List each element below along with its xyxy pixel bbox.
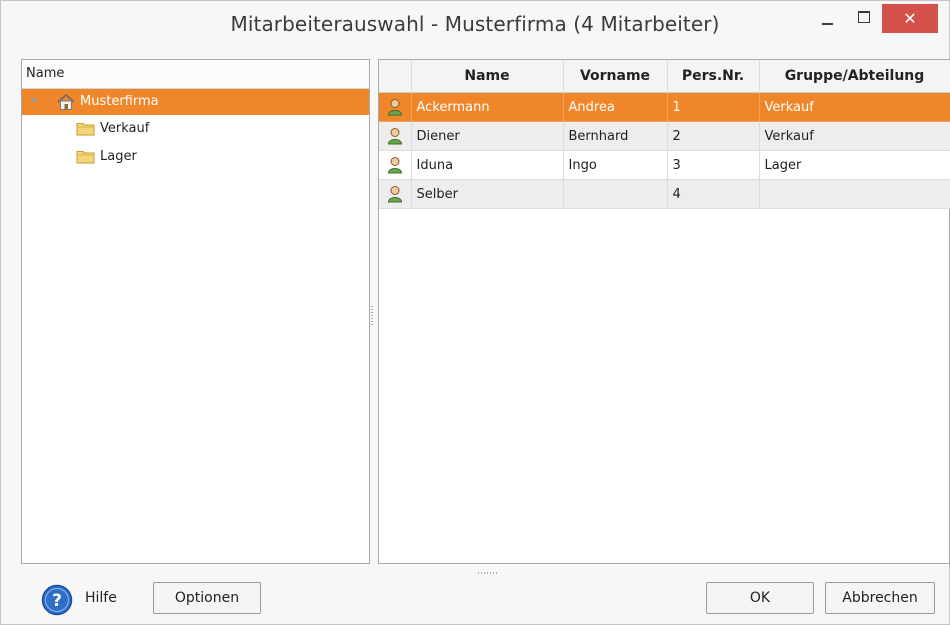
column-header-name[interactable]: Name	[411, 60, 564, 93]
cell-gruppe: Verkauf	[759, 92, 950, 122]
cell-persnr: 4	[667, 179, 760, 209]
row-indicator	[379, 92, 412, 122]
table-row[interactable]: Diener Bernhard 2 Verkauf	[379, 121, 950, 151]
tree-node-lager[interactable]: Lager	[76, 144, 137, 170]
employee-grid[interactable]: Name Vorname Pers.Nr. Gruppe/Abteilung A…	[378, 59, 950, 564]
cell-vorname: Andrea	[563, 92, 668, 122]
table-row[interactable]: Selber 4	[379, 179, 950, 209]
minimize-button[interactable]	[811, 4, 845, 33]
house-icon	[57, 93, 75, 110]
tree-node-verkauf[interactable]: Verkauf	[76, 116, 149, 142]
user-icon	[387, 99, 402, 116]
employee-selection-dialog: Mitarbeiterauswahl - Musterfirma (4 Mita…	[0, 0, 950, 625]
cell-vorname: Bernhard	[563, 121, 668, 151]
cancel-button[interactable]: Abbrechen	[825, 582, 935, 614]
column-header-gruppe[interactable]: Gruppe/Abteilung	[759, 60, 950, 93]
help-link[interactable]: Hilfe	[85, 590, 117, 606]
column-header-persnr[interactable]: Pers.Nr.	[667, 60, 760, 93]
user-icon	[387, 186, 402, 203]
vertical-splitter-handle[interactable]	[371, 306, 373, 326]
close-icon: ✕	[903, 9, 917, 28]
maximize-icon	[858, 11, 870, 23]
user-icon	[387, 157, 402, 174]
cell-persnr: 1	[667, 92, 760, 122]
table-row[interactable]: Iduna Ingo 3 Lager	[379, 150, 950, 180]
tree-node-label: Verkauf	[100, 121, 150, 136]
horizontal-splitter-handle[interactable]	[478, 572, 498, 574]
expand-collapse-icon[interactable]	[30, 98, 38, 103]
row-indicator-header	[379, 60, 412, 93]
cell-name: Selber	[411, 179, 564, 209]
table-header-row: Name Vorname Pers.Nr. Gruppe/Abteilung	[379, 60, 950, 93]
cell-gruppe	[759, 179, 950, 209]
tree-node-label: Musterfirma	[80, 94, 159, 109]
cell-gruppe: Lager	[759, 150, 950, 180]
maximize-button[interactable]	[847, 4, 881, 33]
folder-icon	[76, 123, 95, 136]
employee-table: Name Vorname Pers.Nr. Gruppe/Abteilung A…	[379, 60, 950, 209]
tree-node-label: Lager	[100, 149, 137, 164]
cell-persnr: 3	[667, 150, 760, 180]
cell-name: Ackermann	[411, 92, 564, 122]
user-icon	[387, 128, 402, 145]
cell-name: Diener	[411, 121, 564, 151]
ok-button[interactable]: OK	[706, 582, 814, 614]
row-indicator	[379, 150, 412, 180]
cell-vorname	[563, 179, 668, 209]
options-button[interactable]: Optionen	[153, 582, 261, 614]
column-header-vorname[interactable]: Vorname	[563, 60, 668, 93]
close-button[interactable]: ✕	[882, 4, 938, 33]
minimize-icon	[822, 23, 833, 25]
row-indicator	[379, 179, 412, 209]
tree-column-header[interactable]: Name	[22, 60, 369, 89]
cell-vorname: Ingo	[563, 150, 668, 180]
window-title: Mitarbeiterauswahl - Musterfirma (4 Mita…	[230, 12, 720, 36]
folder-icon	[76, 151, 95, 164]
svg-text:?: ?	[52, 591, 62, 611]
help-icon[interactable]: ?	[41, 584, 73, 616]
tree-node-musterfirma[interactable]: Musterfirma	[22, 89, 369, 115]
title-bar[interactable]: Mitarbeiterauswahl - Musterfirma (4 Mita…	[1, 1, 949, 55]
department-tree[interactable]: Name Musterfirma Verkauf Lager	[21, 59, 370, 564]
cell-name: Iduna	[411, 150, 564, 180]
table-row[interactable]: Ackermann Andrea 1 Verkauf	[379, 92, 950, 122]
row-indicator	[379, 121, 412, 151]
cell-persnr: 2	[667, 121, 760, 151]
cell-gruppe: Verkauf	[759, 121, 950, 151]
